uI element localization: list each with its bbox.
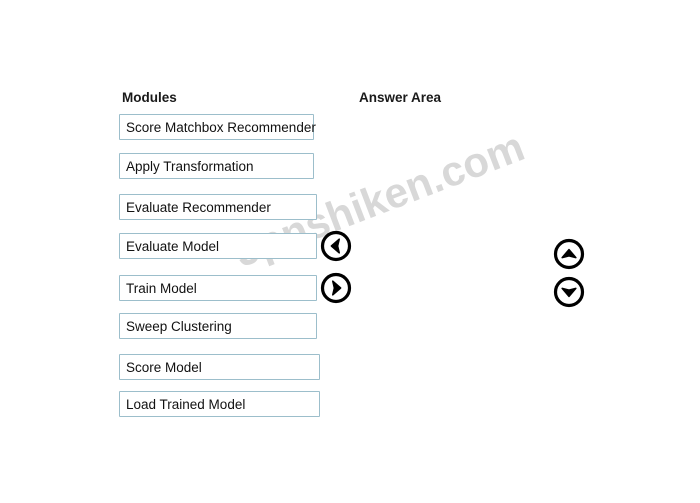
move-left-button[interactable]	[320, 230, 352, 262]
module-option-label: Score Matchbox Recommender	[126, 119, 316, 135]
chevron-right-circle-icon	[320, 272, 352, 304]
module-option[interactable]: Load Trained Model	[119, 391, 320, 417]
module-option-label: Load Trained Model	[126, 396, 246, 412]
module-option-label: Apply Transformation	[126, 158, 254, 174]
move-down-button[interactable]	[553, 276, 585, 308]
module-option-label: Evaluate Recommender	[126, 199, 271, 215]
module-option[interactable]: Sweep Clustering	[119, 313, 317, 339]
move-up-button[interactable]	[553, 238, 585, 270]
question-canvas: Jpnshiken.com Modules Answer Area Score …	[0, 0, 700, 503]
module-option-label: Evaluate Model	[126, 238, 220, 254]
module-option[interactable]: Score Matchbox Recommender	[119, 114, 316, 140]
chevron-down-circle-icon	[553, 276, 585, 308]
module-option[interactable]: Train Model	[119, 275, 317, 301]
module-option[interactable]: Apply Transformation	[119, 153, 314, 179]
chevron-up-circle-icon	[553, 238, 585, 270]
move-right-button[interactable]	[320, 272, 352, 304]
module-option[interactable]: Score Model	[119, 354, 320, 380]
module-option[interactable]: Evaluate Model	[119, 233, 317, 259]
module-option-label: Train Model	[126, 280, 197, 296]
module-option-label: Score Model	[126, 359, 202, 375]
module-option[interactable]: Evaluate Recommender	[119, 194, 317, 220]
module-option-label: Sweep Clustering	[126, 318, 232, 334]
chevron-left-circle-icon	[320, 230, 352, 262]
